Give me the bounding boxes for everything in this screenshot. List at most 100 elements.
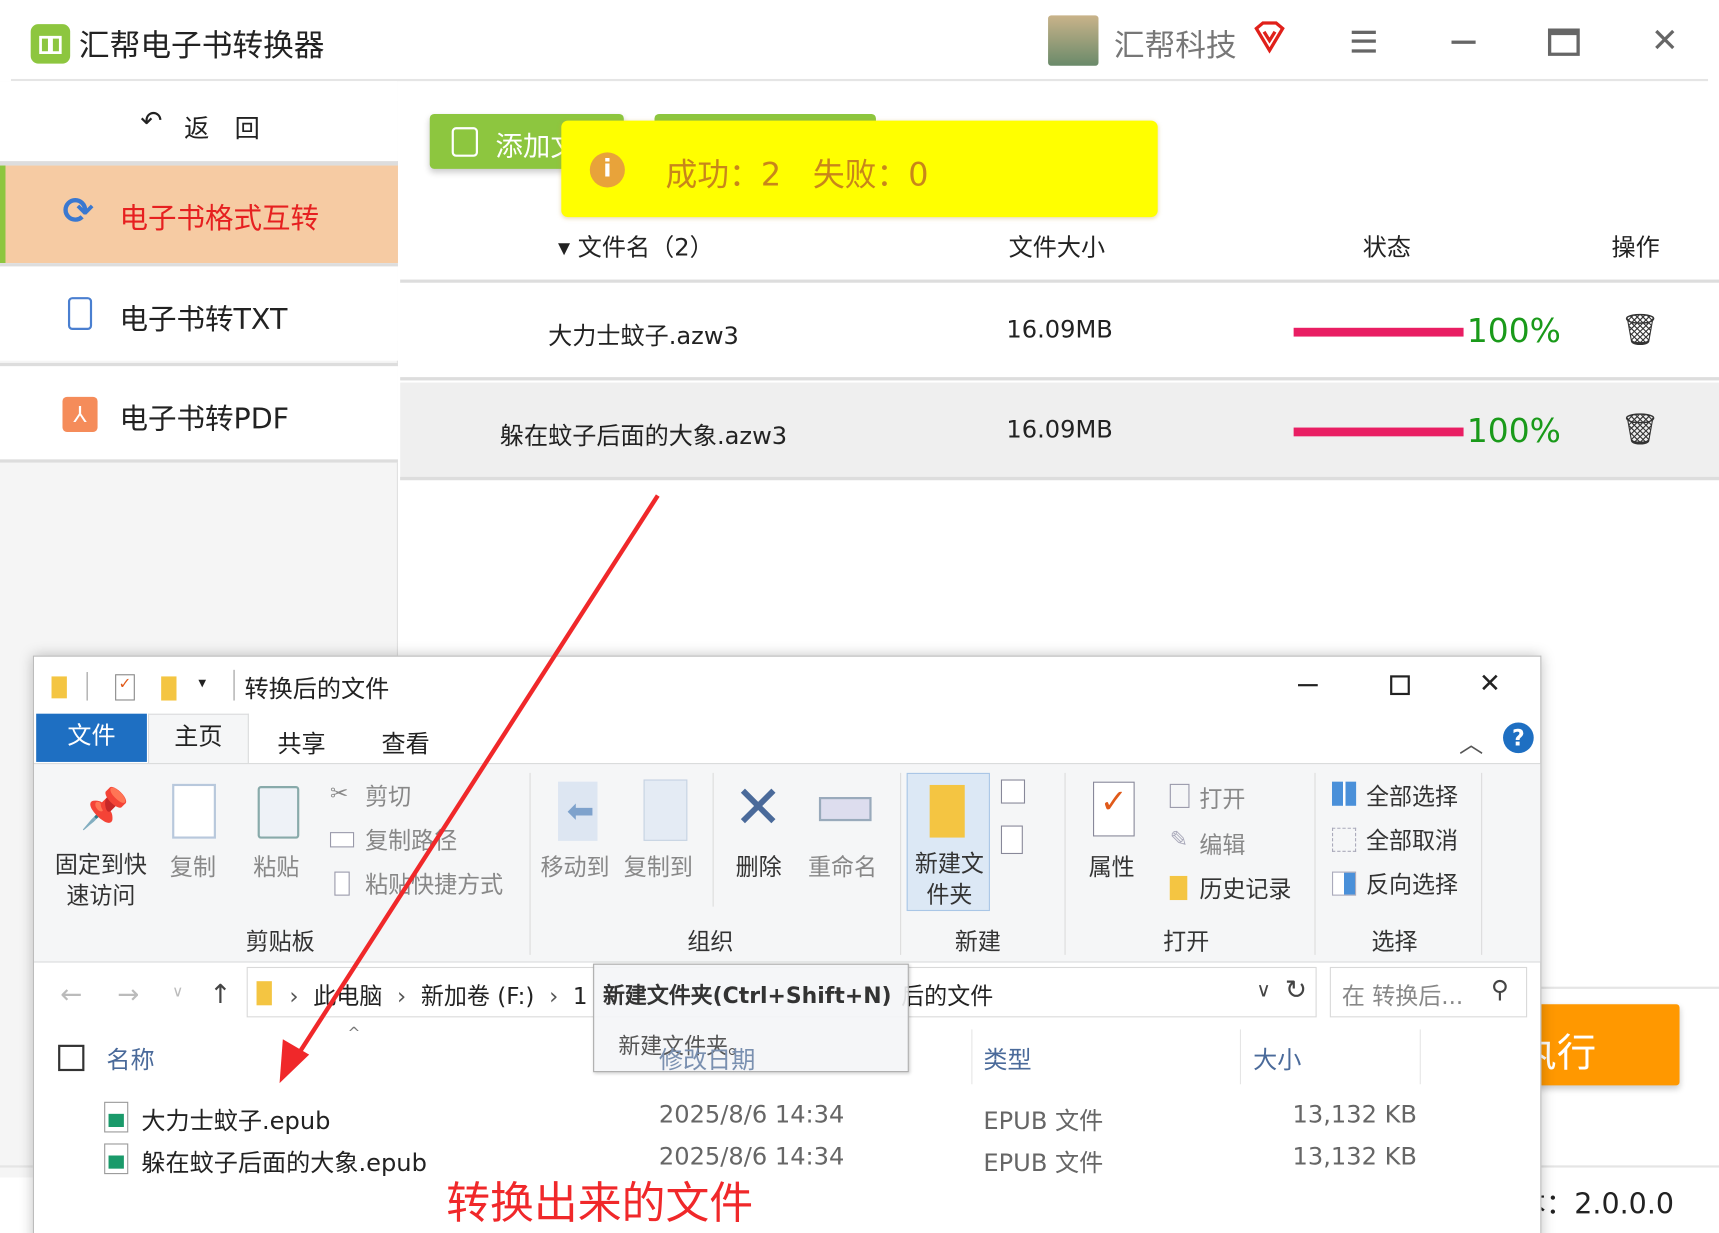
tooltip-title: 新建文件夹(Ctrl+Shift+N) <box>602 982 892 1009</box>
up-nav-icon[interactable]: ↑ <box>209 979 231 1010</box>
table-row: 大力士蚊子.azw3 16.09MB 100% 🗑 <box>400 282 1719 381</box>
trash-icon[interactable]: 🗑 <box>1620 311 1659 347</box>
file-list-item[interactable]: 躲在蚊子后面的大象.epub 2025/8/6 14:34 EPUB 文件 13… <box>100 1139 1525 1178</box>
new-folder-button[interactable]: 新建文件夹 <box>906 772 990 912</box>
explorer-window: ✓ ▾ 转换后的文件 ✕ 文件 主页 共享 查看 ︿ ? 📌 固定到快速访问 复… <box>32 655 1542 1233</box>
edit-button[interactable]: 编辑 <box>1199 828 1245 861</box>
column-size[interactable]: 大小 <box>1253 1040 1301 1075</box>
copy-path-icon <box>329 832 355 848</box>
sidebar-item-label: 电子书转TXT <box>119 303 288 337</box>
user-name[interactable]: 汇帮科技 <box>1114 22 1237 66</box>
breadcrumb-current[interactable]: 后的文件 <box>901 979 993 1012</box>
user-avatar[interactable] <box>1048 15 1099 66</box>
address-dropdown-icon[interactable]: ∨ <box>1256 979 1270 1002</box>
cut-button[interactable]: 剪切 <box>365 779 411 812</box>
breadcrumb-this-pc[interactable]: 此电脑 <box>313 983 382 1009</box>
rename-button[interactable]: 重命名 <box>808 850 877 883</box>
paste-button[interactable]: 粘贴 <box>253 850 299 883</box>
history-button[interactable]: 历史记录 <box>1199 872 1291 905</box>
column-type[interactable]: 类型 <box>983 1040 1031 1075</box>
toast-text: 成功：2 失败：0 <box>665 155 929 193</box>
refresh-icon[interactable]: ↻ <box>1285 975 1307 1006</box>
document-icon <box>67 297 93 330</box>
group-label-open: 打开 <box>1163 928 1210 955</box>
explorer-maximize-button[interactable] <box>1390 675 1410 696</box>
invert-selection-button[interactable]: 反向选择 <box>1366 867 1458 900</box>
copy-to-button[interactable]: 复制到 <box>624 850 693 883</box>
paste-shortcut-button[interactable]: 粘贴快捷方式 <box>365 867 503 900</box>
paste-shortcut-icon <box>334 871 350 896</box>
column-name[interactable]: 名称 <box>106 1040 154 1075</box>
quick-access-dropdown-icon[interactable]: ▾ <box>198 674 206 692</box>
history-icon <box>1169 875 1188 901</box>
trash-icon[interactable]: 🗑 <box>1620 411 1659 447</box>
tab-home[interactable]: 主页 <box>148 713 249 765</box>
file-type: EPUB 文件 <box>983 1150 1104 1178</box>
close-button[interactable]: ✕ <box>1651 22 1679 60</box>
open-button[interactable]: 打开 <box>1199 782 1245 815</box>
new-item-icon[interactable] <box>1000 779 1026 804</box>
column-modified[interactable]: 修改日期 <box>659 1040 755 1075</box>
easy-access-icon[interactable] <box>1000 825 1023 855</box>
delete-button[interactable]: 删除 <box>736 850 782 883</box>
breadcrumb-folder[interactable]: 1 <box>573 983 588 1009</box>
header-filename[interactable]: ▾ 文件名（2） <box>558 228 714 263</box>
select-all-checkbox[interactable] <box>58 1044 85 1072</box>
collapse-ribbon-icon[interactable]: ︿ <box>1459 725 1483 760</box>
properties-quick-icon[interactable]: ✓ <box>115 674 135 701</box>
pdf-icon: ⅄ <box>62 396 98 432</box>
edit-icon: ✎ <box>1169 825 1189 852</box>
back-button[interactable]: ↶ 返 回 <box>0 81 398 162</box>
file-size: 16.09MB <box>1006 316 1113 345</box>
tab-file[interactable]: 文件 <box>36 713 147 762</box>
app-window: 汇帮电子书转换器 汇帮科技 ✕ ↶ 返 回 ⟳ 电子书格式互转 电子书转TXT … <box>0 0 1719 1233</box>
maximize-button[interactable] <box>1547 28 1580 56</box>
explorer-close-button[interactable]: ✕ <box>1479 668 1501 699</box>
help-icon[interactable]: ? <box>1503 722 1534 754</box>
copy-path-button[interactable]: 复制路径 <box>365 823 457 856</box>
breadcrumb-drive[interactable]: 新加卷 (F:) <box>421 983 535 1009</box>
menu-icon[interactable] <box>1351 30 1376 53</box>
select-none-icon <box>1332 827 1357 852</box>
copy-button[interactable]: 复制 <box>170 850 216 883</box>
invert-selection-icon <box>1332 871 1357 896</box>
back-icon: ↶ <box>140 105 163 136</box>
file-size: 16.09MB <box>1006 416 1113 445</box>
pin-quick-access-button[interactable]: 固定到快速访问 <box>52 850 151 911</box>
select-all-button[interactable]: 全部选择 <box>1366 779 1458 812</box>
move-to-button[interactable]: 移动到 <box>540 850 609 883</box>
back-label: 返 回 <box>184 115 260 144</box>
properties-icon: ✓ <box>1093 781 1135 837</box>
select-all-icon <box>1332 781 1357 806</box>
copy-icon <box>172 783 216 839</box>
new-folder-icon <box>929 784 965 838</box>
tab-share[interactable]: 共享 <box>277 725 325 760</box>
file-list-item[interactable]: 大力士蚊子.epub 2025/8/6 14:34 EPUB 文件 13,132… <box>100 1097 1525 1136</box>
delete-icon: ✕ <box>733 772 784 842</box>
file-name: 躲在蚊子后面的大象.azw3 <box>499 423 788 451</box>
app-logo-icon <box>30 24 71 64</box>
sidebar-item-format-convert[interactable]: ⟳ 电子书格式互转 <box>0 165 398 264</box>
select-none-button[interactable]: 全部取消 <box>1366 823 1458 856</box>
move-to-icon: ⬅ <box>558 781 598 841</box>
header-size: 文件大小 <box>1008 234 1106 263</box>
result-toast: i 成功：2 失败：0 <box>561 120 1158 218</box>
chevron-right-icon: › <box>289 983 299 1010</box>
file-size: 13,132 KB <box>1292 1101 1417 1130</box>
sidebar-item-txt[interactable]: 电子书转TXT <box>0 263 398 361</box>
sidebar-item-label: 电子书转PDF <box>119 403 290 437</box>
properties-button[interactable]: 属性 <box>1089 850 1135 883</box>
file-name: 大力士蚊子.azw3 <box>548 323 739 351</box>
search-input[interactable]: 在 转换后... ⚲ <box>1329 966 1528 1018</box>
sidebar-item-pdf[interactable]: ⅄ 电子书转PDF <box>0 362 398 463</box>
tab-view[interactable]: 查看 <box>382 725 430 760</box>
folder-icon <box>256 981 272 1006</box>
explorer-minimize-button[interactable] <box>1298 684 1318 687</box>
vip-heart-icon[interactable] <box>1252 20 1287 55</box>
info-icon: i <box>589 152 625 188</box>
back-nav-icon[interactable]: ← <box>60 979 82 1010</box>
recent-dropdown-icon[interactable]: ∨ <box>172 983 183 1001</box>
forward-nav-icon[interactable]: → <box>117 979 139 1010</box>
new-folder-quick-icon[interactable] <box>161 676 177 701</box>
minimize-button[interactable] <box>1451 40 1476 44</box>
